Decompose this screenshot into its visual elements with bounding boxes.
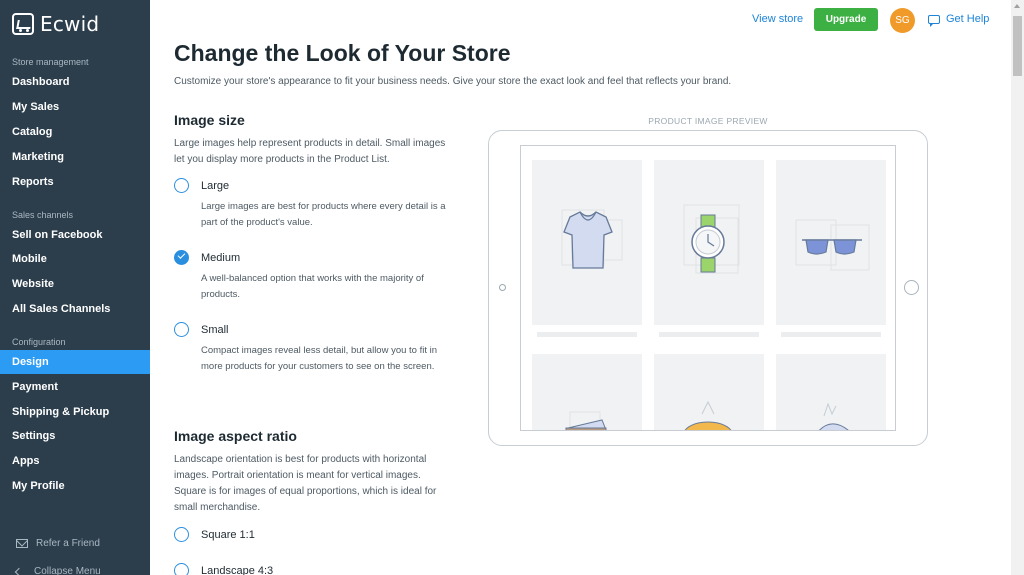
tablet-home-button (904, 280, 919, 295)
tshirt-icon (561, 209, 623, 269)
get-help-label: Get Help (946, 13, 990, 25)
scrollbar-thumb[interactable] (1013, 16, 1022, 76)
section-label-sales-channels: Sales channels (12, 210, 74, 220)
avatar[interactable]: SG (890, 8, 915, 33)
tablet-preview (488, 130, 928, 446)
sidebar: Ecwid Store management Dashboard My Sale… (0, 0, 150, 575)
option-description-small: Compact images reveal less detail, but a… (201, 345, 438, 372)
product-title-bar (781, 332, 881, 337)
image-size-heading: Image size (174, 112, 245, 128)
sidebar-item-dashboard[interactable]: Dashboard (0, 70, 150, 94)
tablet-camera (499, 284, 506, 291)
product-title-bar (537, 332, 637, 337)
logo[interactable]: Ecwid (12, 12, 99, 36)
sidebar-item-apps[interactable]: Apps (0, 449, 150, 473)
collapse-label: Collapse Menu (34, 566, 101, 575)
aspect-ratio-description: Landscape orientation is best for produc… (174, 454, 437, 513)
option-label-medium[interactable]: Medium (201, 252, 240, 264)
product-card (654, 160, 764, 325)
page-title: Change the Look of Your Store (174, 40, 511, 66)
tablet-screen (520, 145, 896, 431)
section-label-configuration: Configuration (12, 337, 66, 347)
sidebar-item-design[interactable]: Design (0, 350, 150, 374)
mail-icon (16, 539, 28, 548)
radio-large[interactable] (174, 178, 189, 193)
radio-small[interactable] (174, 322, 189, 337)
chat-icon (928, 14, 940, 27)
preview-label: PRODUCT IMAGE PREVIEW (648, 116, 768, 126)
sunglasses-icon (795, 219, 870, 271)
product-title-bar (659, 332, 759, 337)
product-card (776, 160, 886, 325)
cart-logo-icon (12, 13, 34, 35)
sidebar-item-payment[interactable]: Payment (0, 375, 150, 399)
product-card (532, 160, 642, 325)
logo-text: Ecwid (40, 12, 100, 36)
sidebar-item-settings[interactable]: Settings (0, 424, 150, 448)
watch-icon (683, 204, 740, 274)
sidebar-item-catalog[interactable]: Catalog (0, 120, 150, 144)
sidebar-item-sell-on-facebook[interactable]: Sell on Facebook (0, 223, 150, 247)
get-help-link[interactable]: Get Help (928, 13, 990, 27)
option-label-small[interactable]: Small (201, 324, 229, 336)
upgrade-button[interactable]: Upgrade (814, 8, 878, 31)
aspect-ratio-heading: Image aspect ratio (174, 428, 297, 444)
sidebar-item-reports[interactable]: Reports (0, 170, 150, 194)
radio-landscape[interactable] (174, 563, 189, 575)
bag-icon (684, 400, 732, 430)
sidebar-item-shipping-pickup[interactable]: Shipping & Pickup (0, 400, 150, 424)
option-description-medium: A well-balanced option that works with t… (201, 273, 424, 300)
chevron-left-icon (14, 567, 24, 575)
page-scrollbar[interactable] (1011, 0, 1024, 575)
sidebar-item-my-sales[interactable]: My Sales (0, 95, 150, 119)
scroll-up-arrow-icon[interactable] (1014, 4, 1020, 8)
option-label-square[interactable]: Square 1:1 (201, 529, 255, 541)
refer-label: Refer a Friend (36, 538, 100, 549)
sidebar-item-mobile[interactable]: Mobile (0, 247, 150, 271)
view-store-link[interactable]: View store (752, 13, 803, 25)
image-size-description: Large images help represent products in … (174, 138, 446, 165)
section-label-store-management: Store management (12, 57, 89, 67)
sidebar-item-website[interactable]: Website (0, 272, 150, 296)
sidebar-item-all-sales-channels[interactable]: All Sales Channels (0, 297, 150, 321)
sidebar-item-marketing[interactable]: Marketing (0, 145, 150, 169)
wallet-icon (565, 411, 607, 430)
option-description-large: Large images are best for products where… (201, 201, 446, 228)
product-card (654, 354, 764, 430)
cap-icon (818, 402, 849, 430)
sidebar-item-my-profile[interactable]: My Profile (0, 474, 150, 498)
option-label-large[interactable]: Large (201, 180, 229, 192)
option-label-landscape[interactable]: Landscape 4:3 (201, 565, 273, 575)
radio-medium[interactable] (174, 250, 189, 265)
collapse-menu-link[interactable]: Collapse Menu (14, 566, 101, 575)
radio-square[interactable] (174, 527, 189, 542)
product-card (776, 354, 886, 430)
product-card (532, 354, 642, 430)
page-subtitle: Customize your store's appearance to fit… (174, 76, 732, 87)
refer-a-friend-link[interactable]: Refer a Friend (16, 538, 100, 549)
